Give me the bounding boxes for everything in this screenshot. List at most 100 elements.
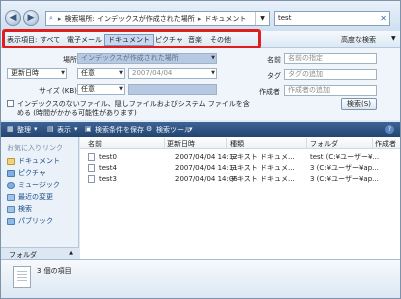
nav-item-label: パブリック xyxy=(18,217,53,225)
file-date: 2007/04/04 14:06 xyxy=(175,175,238,183)
date-operator-value: 任意 xyxy=(81,69,95,77)
column-name[interactable]: 名前 xyxy=(88,139,102,149)
chevron-up-icon: ▲ xyxy=(69,250,73,256)
chevron-down-icon: ▼ xyxy=(119,86,123,92)
search-tools-icon: ⚙ xyxy=(146,125,153,133)
text-file-icon xyxy=(88,164,95,172)
nav-item-public[interactable]: パブリック xyxy=(7,216,53,226)
recent-changes-icon xyxy=(7,193,15,201)
save-search-button[interactable]: 検索条件を保存 xyxy=(95,125,144,135)
author-placeholder: 作成者の追加 xyxy=(288,86,330,94)
chevron-down-icon: ▾ xyxy=(34,125,38,133)
clear-search-icon[interactable]: ✕ xyxy=(380,12,387,25)
searches-icon xyxy=(7,205,15,213)
multiple-documents-icon xyxy=(13,266,31,288)
column-header-row: 名前 更新日時 種類 フォルダ 作成者 xyxy=(80,137,400,149)
table-row[interactable]: test0 2007/04/04 14:12 テキスト ドキュメ... test… xyxy=(80,152,400,162)
name-placeholder: 名前の指定 xyxy=(288,54,323,62)
table-row[interactable]: test4 2007/04/04 14:11 テキスト ドキュメ... 3 (C… xyxy=(80,163,400,173)
date-operator-select[interactable]: 任意 ▼ xyxy=(77,68,125,79)
column-divider[interactable] xyxy=(306,138,307,148)
file-folder: 3 (C:¥ユーザー¥ap... xyxy=(310,164,379,172)
column-divider[interactable] xyxy=(226,138,227,148)
file-folder: test (C:¥ユーザー¥... xyxy=(310,153,380,161)
nav-item-searches[interactable]: 検索 xyxy=(7,204,32,214)
views-button[interactable]: 表示 xyxy=(57,125,71,135)
search-tools-button[interactable]: 検索ツール xyxy=(156,125,191,135)
help-icon[interactable]: ? xyxy=(385,125,394,134)
date-value: 2007/04/04 xyxy=(132,69,173,77)
column-divider[interactable] xyxy=(372,138,373,148)
table-row[interactable]: test3 2007/04/04 14:06 テキスト ドキュメ... 3 (C… xyxy=(80,174,400,184)
nav-item-recent[interactable]: 最近の変更 xyxy=(7,192,53,202)
file-type: テキスト ドキュメ... xyxy=(230,164,295,172)
author-field[interactable]: 作成者の追加 xyxy=(284,85,377,96)
tag-placeholder: タグの追加 xyxy=(288,70,323,78)
pictures-icon xyxy=(7,169,15,177)
address-field[interactable]: ⌕ ▸ 検索場所: インデックスが作成された場所 ▸ ドキュメント ▼ xyxy=(45,11,270,26)
column-divider[interactable] xyxy=(164,138,165,148)
folders-toggle[interactable]: フォルダ ▲ xyxy=(1,247,79,259)
forward-button[interactable]: ▶ xyxy=(23,10,39,26)
location-label: 場所 xyxy=(63,56,77,64)
back-button[interactable]: ◀ xyxy=(5,10,21,26)
chevron-down-icon: ▼ xyxy=(119,70,123,76)
location-value: インデックスが作成された場所 xyxy=(81,54,179,62)
file-list: 名前 更新日時 種類 フォルダ 作成者 test0 2007/04/04 14:… xyxy=(80,137,400,259)
nav-item-label: ミュージック xyxy=(18,181,60,189)
file-date: 2007/04/04 14:11 xyxy=(175,164,238,172)
nav-item-label: ドキュメント xyxy=(18,157,60,165)
file-type: テキスト ドキュメ... xyxy=(230,175,295,183)
column-type[interactable]: 種類 xyxy=(230,139,244,149)
breadcrumb-search-location[interactable]: 検索場所: インデックスが作成された場所 xyxy=(64,14,194,24)
file-date: 2007/04/04 14:12 xyxy=(175,153,238,161)
name-field[interactable]: 名前の指定 xyxy=(284,53,377,64)
location-select[interactable]: インデックスが作成された場所 ▼ xyxy=(77,53,217,64)
save-search-icon: ▣ xyxy=(85,125,92,133)
search-input[interactable]: test ✕ xyxy=(274,11,390,26)
chevron-down-icon: ▾ xyxy=(74,125,78,133)
date-value-field[interactable]: 2007/04/04 ▼ xyxy=(128,68,217,79)
search-button[interactable]: 検索(S) xyxy=(341,98,377,110)
chevron-down-icon[interactable]: ▼ xyxy=(391,35,396,42)
column-author[interactable]: 作成者 xyxy=(375,139,396,149)
filter-highlight-box xyxy=(2,29,261,49)
file-folder: 3 (C:¥ユーザー¥ap... xyxy=(310,175,379,183)
size-operator-select[interactable]: 任意 ▼ xyxy=(77,84,125,95)
organize-button[interactable]: 整理 xyxy=(17,125,31,135)
nav-item-pictures[interactable]: ピクチャ xyxy=(7,168,46,178)
music-icon xyxy=(7,181,15,189)
nav-item-documents[interactable]: ドキュメント xyxy=(7,156,60,166)
nav-item-label: ピクチャ xyxy=(18,169,46,177)
breadcrumb-documents[interactable]: ドキュメント xyxy=(204,14,246,24)
file-name: test4 xyxy=(99,164,117,172)
date-field-select[interactable]: 更新日時 ▼ xyxy=(7,68,67,79)
column-folder[interactable]: フォルダ xyxy=(310,139,338,149)
public-icon xyxy=(7,217,15,225)
search-input-value: test xyxy=(278,14,292,22)
chevron-down-icon: ▼ xyxy=(211,70,215,76)
views-icon: ▤ xyxy=(47,125,54,133)
address-dropdown-icon[interactable]: ▼ xyxy=(255,12,269,25)
search-folder-icon: ⌕ xyxy=(49,14,53,22)
item-count: 3 個の項目 xyxy=(37,267,72,275)
size-operator-value: 任意 xyxy=(81,85,95,93)
file-name: test0 xyxy=(99,153,117,161)
advanced-search-toggle[interactable]: 高度な検索 xyxy=(341,35,376,45)
tag-field[interactable]: タグの追加 xyxy=(284,69,377,80)
text-file-icon xyxy=(88,175,95,183)
favorites-title: お気に入りリンク xyxy=(7,144,63,152)
nav-item-label: 最近の変更 xyxy=(18,193,53,201)
column-date[interactable]: 更新日時 xyxy=(167,139,195,149)
file-type: テキスト ドキュメ... xyxy=(230,153,295,161)
text-file-icon xyxy=(88,153,95,161)
navigation-pane: お気に入りリンク ドキュメント ピクチャ ミュージック 最近の変更 検索 パブリ… xyxy=(1,137,79,247)
size-value-field[interactable] xyxy=(128,84,217,95)
organize-icon: ▦ xyxy=(7,125,14,133)
author-label: 作成者 xyxy=(259,88,280,96)
tag-label: タグ xyxy=(267,72,281,80)
nav-item-music[interactable]: ミュージック xyxy=(7,180,60,190)
file-name: test3 xyxy=(99,175,117,183)
name-label: 名前 xyxy=(267,56,281,64)
include-hidden-checkbox[interactable] xyxy=(7,100,14,107)
